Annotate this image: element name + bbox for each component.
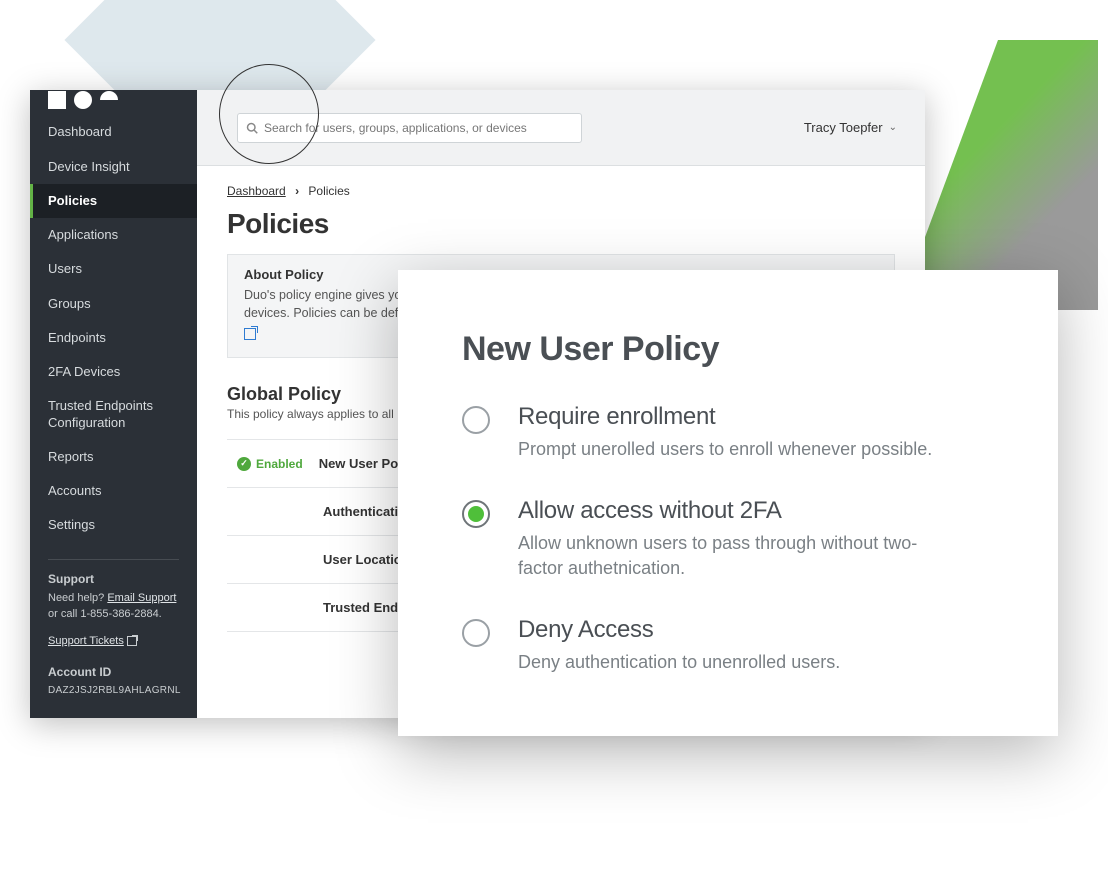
account-id-label: Account ID [48, 663, 179, 681]
search-input[interactable]: Search for users, groups, applications, … [237, 113, 582, 143]
support-header: Support [48, 570, 179, 588]
option-require-enrollment[interactable]: Require enrollment Prompt unerolled user… [462, 403, 994, 461]
sidebar-item-reports[interactable]: Reports [30, 440, 197, 474]
user-menu[interactable]: Tracy Toepfer ⌄ [804, 120, 897, 135]
sidebar-item-accounts[interactable]: Accounts [30, 474, 197, 508]
support-tickets-link[interactable]: Support Tickets [48, 635, 124, 647]
search-placeholder: Search for users, groups, applications, … [264, 121, 527, 135]
chevron-down-icon: ⌄ [889, 122, 897, 133]
sidebar-item-policies[interactable]: Policies [30, 184, 197, 218]
option-desc: Deny authentication to unenrolled users. [518, 650, 840, 674]
external-link-icon[interactable] [244, 328, 256, 340]
page-title: Policies [227, 208, 895, 240]
sidebar-item-2fa-devices[interactable]: 2FA Devices [30, 355, 197, 389]
radio-button-selected[interactable] [462, 500, 490, 528]
option-desc: Allow unknown users to pass through with… [518, 531, 948, 580]
modal-title: New User Policy [462, 330, 994, 369]
policy-row-label: Trusted Endpo [237, 600, 414, 615]
sidebar-item-dashboard[interactable]: Dashboard [30, 115, 197, 149]
breadcrumb: Dashboard › Policies [227, 184, 895, 198]
sidebar-item-groups[interactable]: Groups [30, 287, 197, 321]
sidebar-item-device-insight[interactable]: Device Insight [30, 150, 197, 184]
policy-row-label: Authentication [237, 504, 414, 519]
search-icon [246, 122, 258, 134]
option-title: Require enrollment [518, 403, 932, 431]
check-icon: ✓ [237, 457, 251, 471]
sidebar-item-applications[interactable]: Applications [30, 218, 197, 252]
radio-button[interactable] [462, 619, 490, 647]
support-phone: or call 1-855-386-2884. [48, 606, 179, 623]
support-need-help: Need help? Email Support [48, 590, 179, 607]
radio-button[interactable] [462, 406, 490, 434]
option-title: Deny Access [518, 616, 840, 644]
option-deny-access[interactable]: Deny Access Deny authentication to unenr… [462, 616, 994, 674]
duo-logo [30, 90, 197, 109]
enabled-badge: ✓ Enabled [237, 457, 303, 471]
policy-row-label: User Location [237, 552, 410, 567]
email-support-link[interactable]: Email Support [107, 592, 176, 604]
sidebar-nav: Dashboard Device Insight Policies Applic… [30, 109, 197, 542]
option-desc: Prompt unerolled users to enroll wheneve… [518, 437, 932, 461]
topbar: Search for users, groups, applications, … [197, 90, 925, 166]
sidebar-item-trusted-endpoints[interactable]: Trusted Endpoints Configuration [30, 389, 197, 440]
new-user-policy-modal: New User Policy Require enrollment Promp… [398, 270, 1058, 736]
option-title: Allow access without 2FA [518, 497, 948, 525]
support-block: Support Need help? Email Support or call… [30, 543, 197, 719]
option-allow-without-2fa[interactable]: Allow access without 2FA Allow unknown u… [462, 497, 994, 580]
sidebar-item-endpoints[interactable]: Endpoints [30, 321, 197, 355]
breadcrumb-root[interactable]: Dashboard [227, 184, 286, 198]
account-id-value: DAZ2JSJ2RBL9AHLAGRNL [48, 683, 179, 698]
sidebar: Dashboard Device Insight Policies Applic… [30, 90, 197, 718]
sidebar-item-users[interactable]: Users [30, 252, 197, 286]
sidebar-item-settings[interactable]: Settings [30, 508, 197, 542]
external-link-icon [127, 636, 137, 646]
user-name: Tracy Toepfer [804, 120, 883, 135]
breadcrumb-separator: › [295, 184, 299, 198]
breadcrumb-current: Policies [308, 184, 349, 198]
